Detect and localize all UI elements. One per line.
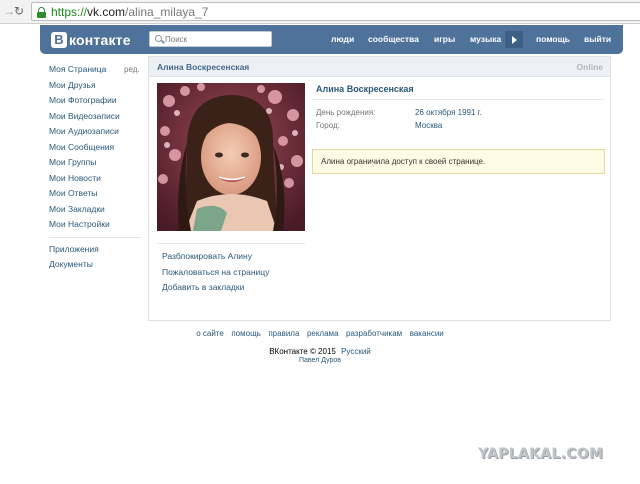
add-bookmark-link[interactable]: Добавить в закладки bbox=[157, 280, 305, 296]
nav-games[interactable]: игры bbox=[434, 25, 455, 54]
vk-logo[interactable]: В контакте bbox=[51, 31, 131, 49]
profile-header-bar: Алина Воскресенская Online bbox=[149, 57, 610, 77]
search-icon bbox=[155, 35, 162, 42]
nav-communities[interactable]: сообщества bbox=[368, 25, 419, 54]
watermark: YAPLAKAL.COM bbox=[478, 446, 604, 462]
play-icon[interactable] bbox=[505, 31, 523, 48]
reload-icon[interactable]: ↻ bbox=[12, 4, 26, 18]
sidebar-item-videos[interactable]: Мои Видеозаписи bbox=[49, 109, 141, 125]
footer-author-link[interactable]: Павел Дуров bbox=[0, 357, 640, 364]
info-label-city: Город: bbox=[316, 121, 340, 130]
sidebar-divider bbox=[49, 236, 141, 238]
url-text[interactable]: https://vk.com/alina_milaya_7 bbox=[51, 4, 208, 20]
info-value-birthday[interactable]: 26 октября 1991 г. bbox=[415, 106, 482, 120]
sidebar-item-photos[interactable]: Мои Фотографии bbox=[49, 93, 141, 109]
unblock-link[interactable]: Разблокировать Алину bbox=[157, 249, 305, 265]
profile-photo[interactable] bbox=[157, 83, 305, 231]
sidebar-item-documents[interactable]: Документы bbox=[49, 257, 141, 273]
footer-link-ads[interactable]: реклама bbox=[307, 329, 339, 338]
sidebar-menu: ред. Моя Страница Мои Друзья Мои Фотогра… bbox=[49, 62, 141, 273]
profile-card: Алина Воскресенская Online Разблокироват… bbox=[148, 56, 611, 321]
profile-photo-image bbox=[157, 83, 305, 231]
footer-link-developers[interactable]: разработчикам bbox=[346, 329, 402, 338]
profile-header-name: Алина Воскресенская bbox=[157, 62, 250, 72]
sidebar-item-messages[interactable]: Мои Сообщения bbox=[49, 140, 141, 156]
sidebar-item-bookmarks[interactable]: Мои Закладки bbox=[49, 202, 141, 218]
report-page-link[interactable]: Пожаловаться на страницу bbox=[157, 265, 305, 281]
footer-link-rules[interactable]: правила bbox=[268, 329, 299, 338]
online-status: Online bbox=[576, 62, 603, 72]
sidebar-item-answers[interactable]: Мои Ответы bbox=[49, 186, 141, 202]
copyright-text: ВКонтакте © 2015 bbox=[269, 347, 336, 356]
nav-logout[interactable]: выйти bbox=[584, 25, 611, 54]
sidebar-item-friends[interactable]: Мои Друзья bbox=[49, 78, 141, 94]
sidebar-item-apps[interactable]: Приложения bbox=[49, 242, 141, 258]
info-value-city[interactable]: Москва bbox=[415, 119, 442, 133]
sidebar-item-settings[interactable]: Мои Настройки bbox=[49, 217, 141, 233]
browser-toolbar: → ↻ https://vk.com/alina_milaya_7 bbox=[0, 0, 640, 24]
address-bar[interactable]: https://vk.com/alina_milaya_7 bbox=[31, 2, 640, 21]
url-scheme: https:// bbox=[51, 5, 88, 19]
url-host: vk.com bbox=[87, 5, 126, 19]
url-path: /alina_milaya_7 bbox=[125, 5, 209, 19]
vk-logo-text: контакте bbox=[69, 32, 131, 48]
footer-link-about[interactable]: о сайте bbox=[196, 329, 224, 338]
site-header: В контакте люди сообщества игры музыка п… bbox=[40, 25, 623, 54]
nav-help[interactable]: помощь bbox=[536, 25, 570, 54]
footer-link-help[interactable]: помощь bbox=[231, 329, 260, 338]
search-input[interactable] bbox=[165, 33, 269, 45]
sidebar-edit-link[interactable]: ред. bbox=[124, 62, 140, 78]
restricted-access-notice: Алина ограничила доступ к своей странице… bbox=[312, 149, 605, 174]
footer-copyright: ВКонтакте © 2015 Русский bbox=[0, 347, 640, 356]
lock-icon bbox=[37, 7, 46, 18]
sidebar-item-news[interactable]: Мои Новости bbox=[49, 171, 141, 187]
footer-links: о сайте помощь правила реклама разработч… bbox=[0, 328, 640, 338]
name-divider bbox=[312, 99, 604, 100]
nav-music[interactable]: музыка bbox=[470, 25, 501, 54]
nav-people[interactable]: люди bbox=[331, 25, 354, 54]
sidebar-item-groups[interactable]: Мои Группы bbox=[49, 155, 141, 171]
language-link[interactable]: Русский bbox=[341, 347, 371, 356]
info-label-birthday: День рождения: bbox=[316, 108, 376, 117]
sidebar-item-audio[interactable]: Мои Аудиозаписи bbox=[49, 124, 141, 140]
vk-logo-icon: В bbox=[51, 32, 67, 48]
profile-actions: Разблокировать Алину Пожаловаться на стр… bbox=[157, 243, 305, 296]
search-box[interactable] bbox=[149, 31, 272, 47]
profile-full-name: Алина Воскресенская bbox=[316, 84, 414, 94]
footer-link-jobs[interactable]: вакансии bbox=[410, 329, 444, 338]
